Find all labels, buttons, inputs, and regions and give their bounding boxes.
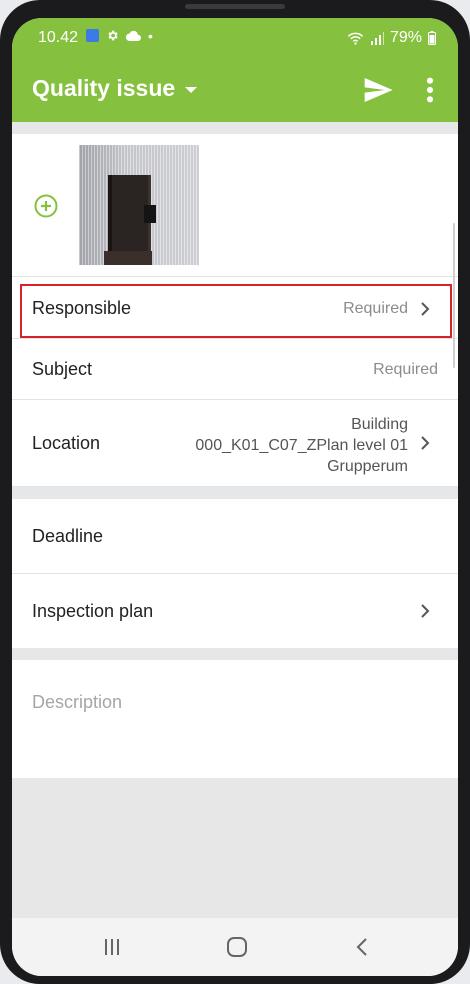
system-nav-bar [12,918,458,976]
battery-percent: 79% [389,29,422,46]
dot-icon: • [148,27,153,44]
status-icons-right: 79% [347,29,436,47]
description-field[interactable]: Description [12,660,458,778]
home-icon[interactable] [223,934,251,960]
inspection-plan-row[interactable]: Inspection plan [12,574,458,648]
battery-icon [428,31,436,45]
responsible-row[interactable]: Responsible Required [12,277,458,339]
speaker-slot [185,4,285,9]
location-plan: 000_K01_C07_ZPlan level 01 [195,437,408,454]
empty-background [12,778,458,918]
send-icon[interactable] [362,74,394,106]
screen: 10.42 • 79% Quality issue ⋮ Responsible … [12,18,458,976]
app-bar: Quality issue [12,58,458,122]
deadline-row[interactable]: Deadline [12,499,458,574]
section-divider [12,648,458,660]
page-title: Quality issue [32,75,176,101]
chevron-right-icon [421,436,430,450]
location-building: Building [351,416,408,433]
location-label: Location [32,433,101,453]
scrollbar[interactable] [453,223,455,368]
subject-label: Subject [32,359,93,379]
subject-row[interactable]: Subject Required [12,339,458,400]
thumbnail-menu-icon[interactable]: ⋮ [183,149,193,159]
more-vertical-icon[interactable] [420,74,440,106]
photo-floor [104,251,152,265]
inspection-plan-label: Inspection plan [32,601,154,621]
location-room: Grupperum [327,458,408,475]
attachments-section: ⋮ [12,134,458,277]
location-row[interactable]: Location Building 000_K01_C07_ZPlan leve… [12,400,458,487]
subject-required-hint: Required [373,361,438,378]
issue-type-dropdown[interactable]: Quality issue [32,75,198,102]
wifi-icon [347,32,364,45]
app-badge-icon [86,29,99,42]
section-divider [12,122,458,134]
responsible-required-hint: Required [343,300,408,317]
chevron-right-icon [421,604,430,618]
location-value: Building 000_K01_C07_ZPlan level 01 Grup… [195,414,408,477]
status-time: 10.42 [38,29,79,46]
phone-frame: 10.42 • 79% Quality issue ⋮ Responsible … [0,0,470,984]
cloud-icon [126,30,141,41]
chevron-right-icon [421,302,430,316]
gear-icon [108,30,118,41]
photo-screen [144,205,156,223]
status-icons-left: • [86,27,153,44]
status-bar: 10.42 • 79% [12,18,458,58]
recent-apps-icon[interactable] [98,934,126,960]
section-divider [12,487,458,499]
caret-down-icon [185,86,198,93]
signal-icon [370,31,384,45]
deadline-label: Deadline [32,526,104,546]
back-icon[interactable] [349,934,377,960]
responsible-label: Responsible [32,298,132,318]
add-attachment-icon[interactable] [34,194,58,218]
description-placeholder: Description [32,692,123,712]
attachment-thumbnail[interactable]: ⋮ [79,145,199,265]
